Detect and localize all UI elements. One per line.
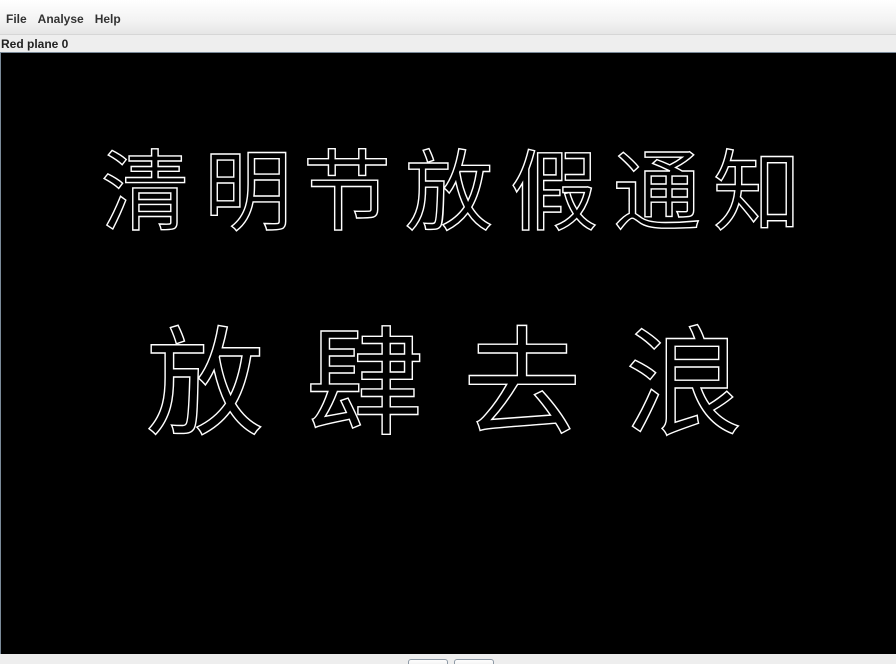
prev-plane-button[interactable] [408, 659, 448, 664]
navigation-bar [0, 654, 896, 664]
plane-label: Red plane 0 [1, 37, 69, 51]
menu-analyse[interactable]: Analyse [32, 2, 90, 36]
menu-help[interactable]: Help [89, 2, 127, 36]
glyph-line1-2: 节 [302, 141, 392, 244]
glyph-line2-0: 放 [145, 315, 265, 453]
glyph-line1-0: 清 [100, 141, 190, 244]
glyph-line1-1: 明 [203, 141, 293, 244]
plane-status-strip: Red plane 0 [0, 34, 896, 53]
glyph-line1-5: 通 [612, 141, 702, 244]
glyph-line2-1: 肆 [305, 315, 425, 453]
glyph-line1-4: 假 [509, 141, 599, 244]
menu-bar: File Analyse Help [0, 0, 896, 34]
stegsolve-window: File Analyse Help Red plane 0 清 明 节 放 假 … [0, 0, 896, 664]
glyph-line2-3: 浪 [624, 315, 744, 453]
menu-file[interactable]: File [0, 2, 33, 36]
image-canvas: 清 明 节 放 假 通 知 放 肆 去 浪 [0, 52, 896, 654]
glyph-line2-2: 去 [462, 315, 582, 453]
glyph-line1-3: 放 [404, 141, 494, 244]
glyph-line1-6: 知 [712, 141, 802, 244]
next-plane-button[interactable] [454, 659, 494, 664]
